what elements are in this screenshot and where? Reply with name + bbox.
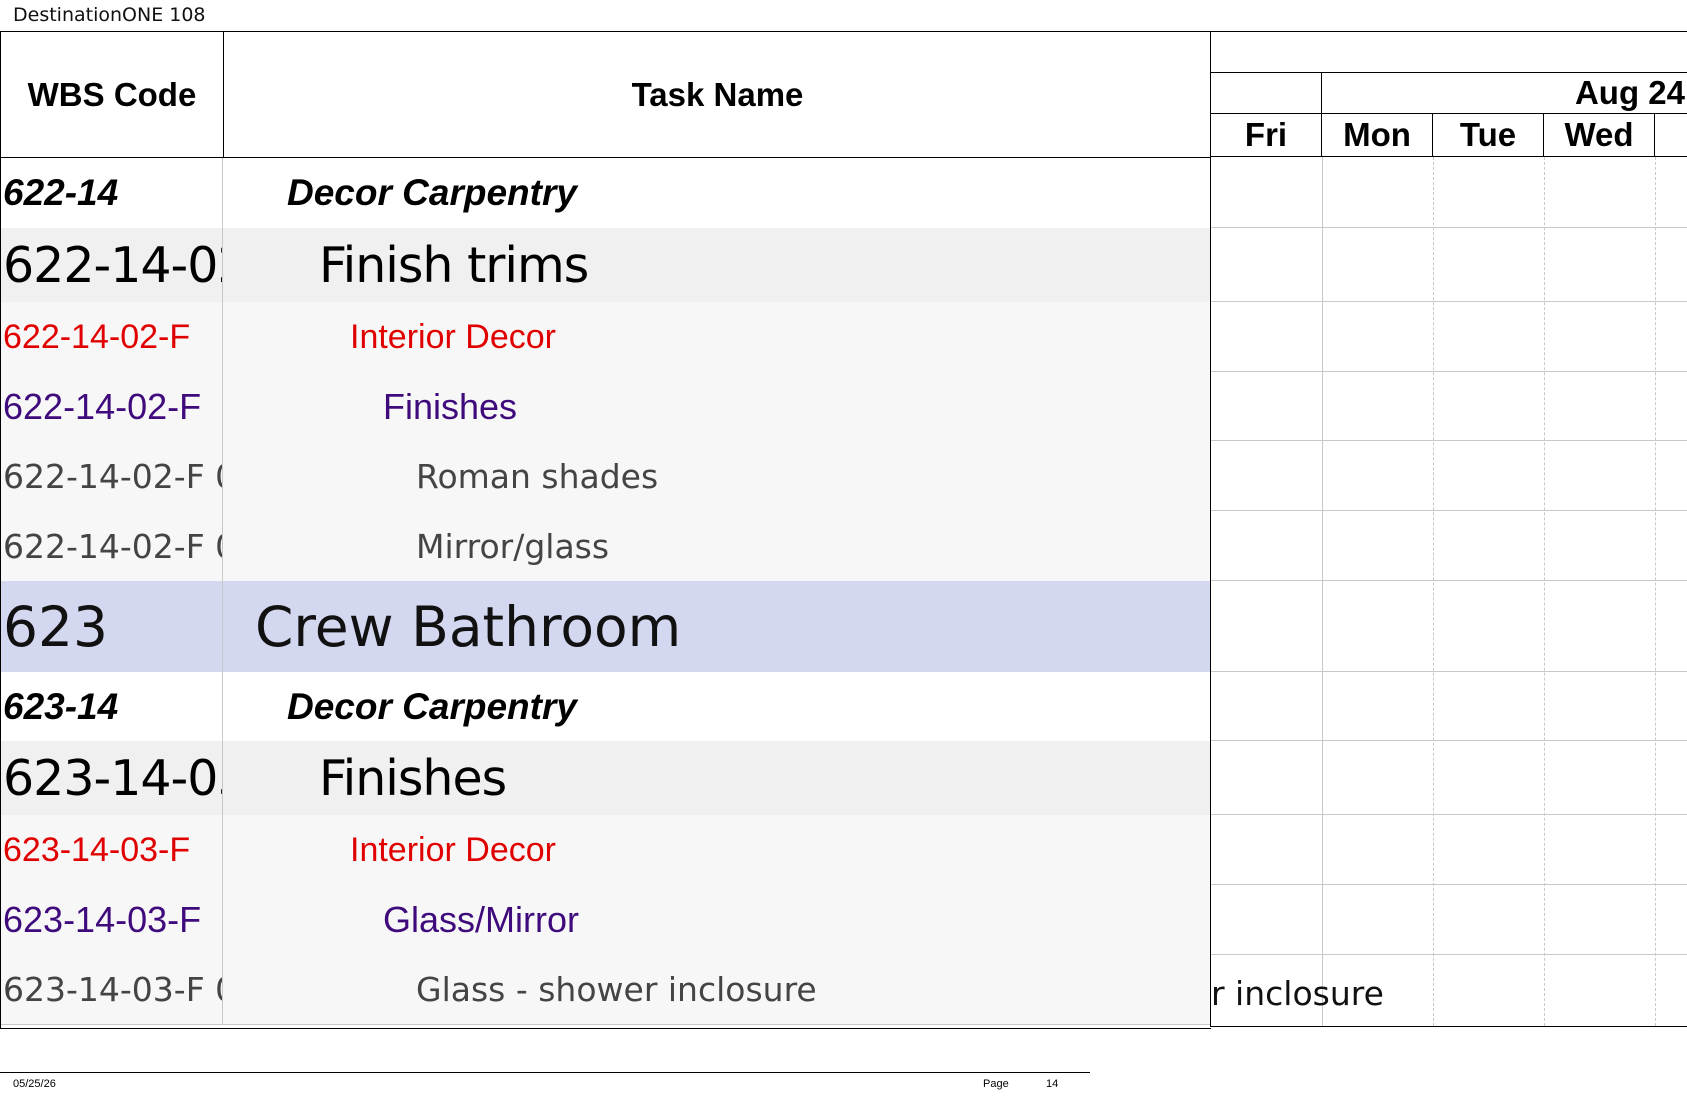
task-name: Decor Carpentry — [287, 172, 577, 213]
task-name-cell[interactable]: Decor Carpentry — [223, 672, 1211, 741]
task-name-cell[interactable]: Mirror/glass — [223, 511, 1211, 581]
task-name-cell[interactable]: Decor Carpentry — [223, 158, 1211, 228]
task-name: Glass/Mirror — [383, 899, 579, 940]
wbs-code: 623-14-03-F — [3, 899, 202, 940]
table-row[interactable]: 623 Crew Bathroom — [1, 581, 1211, 673]
gantt-row-line — [1211, 814, 1687, 815]
task-name-cell[interactable]: Crew Bathroom — [223, 581, 1211, 672]
task-name: Decor Carpentry — [287, 685, 577, 727]
wbs-cell[interactable]: 623 — [1, 581, 223, 672]
wbs-cell[interactable]: 622-14-02 — [1, 228, 223, 302]
task-name-header[interactable]: Task Name — [224, 32, 1211, 157]
wbs-cell[interactable]: 622-14 — [1, 158, 223, 228]
task-name-cell[interactable]: Interior Decor — [223, 815, 1211, 885]
footer-page-label: Page — [983, 1078, 1009, 1090]
wbs-code: 623-14-03 — [3, 749, 222, 807]
wbs-code: 623-14 — [3, 685, 119, 727]
wbs-cell[interactable]: 623-14-03 — [1, 741, 223, 815]
wbs-cell[interactable]: 623-14-03-F — [1, 885, 223, 955]
wbs-code: 622-14-02-F 01 — [3, 526, 222, 566]
gantt-row-line — [1211, 580, 1687, 581]
gantt-gridline — [1655, 157, 1656, 1026]
gantt-row-line — [1211, 954, 1687, 955]
task-name: Finishes — [383, 385, 518, 427]
task-name-cell[interactable]: Glass - shower inclosure — [223, 955, 1211, 1024]
wbs-cell[interactable]: 623-14 — [1, 672, 223, 741]
task-name-cell[interactable]: Finishes — [223, 372, 1211, 441]
task-name-cell[interactable]: Glass/Mirror — [223, 885, 1211, 955]
table-row[interactable]: 623-14-03 Finishes — [1, 741, 1211, 816]
task-name-cell[interactable]: Interior Decor — [223, 302, 1211, 372]
gantt-day-wed: Wed — [1544, 114, 1655, 156]
table-row[interactable]: 622-14 Decor Carpentry — [1, 158, 1211, 229]
gantt-row-line — [1211, 371, 1687, 372]
wbs-code: 622-14 — [3, 172, 119, 213]
gantt-week-spacer — [1211, 73, 1322, 113]
task-name: Mirror/glass — [416, 526, 610, 566]
gantt-row-line — [1211, 740, 1687, 741]
table-row[interactable]: 622-14-02 Finish trims — [1, 228, 1211, 303]
wbs-code: 623 — [3, 594, 108, 659]
task-name: Finishes — [319, 749, 507, 807]
wbs-cell[interactable]: 622-14-02-F 01 — [1, 511, 223, 581]
gantt-gridline — [1544, 157, 1545, 1026]
table-row[interactable]: 622-14-02-F 01 Mirror/glass — [1, 511, 1211, 582]
table-row[interactable]: 622-14-02-F 01 Roman shades — [1, 441, 1211, 512]
wbs-cell[interactable]: 623-14-03-F 01 — [1, 955, 223, 1024]
task-name: Glass - shower inclosure — [416, 970, 817, 1009]
table-row[interactable]: 623-14-03-F 01 Glass - shower inclosure — [1, 955, 1211, 1025]
gantt-row-line — [1211, 440, 1687, 441]
document-title: DestinationONE 108 — [13, 4, 206, 26]
table-row[interactable]: 623-14 Decor Carpentry — [1, 672, 1211, 742]
gantt-day-header: Fri Mon Tue Wed — [1211, 114, 1687, 157]
wbs-code: 622-14-02-F — [3, 385, 202, 427]
task-name: Interior Decor — [350, 317, 556, 356]
gantt-week-label: Aug 24 — [1574, 74, 1685, 111]
wbs-cell[interactable]: 623-14-03-F — [1, 815, 223, 885]
task-name: Crew Bathroom — [255, 594, 682, 659]
gantt-day-fri: Fri — [1211, 114, 1322, 156]
gantt-row-line — [1211, 671, 1687, 672]
task-name: Roman shades — [416, 456, 659, 496]
task-name: Finish trims — [319, 236, 589, 294]
task-name: Interior Decor — [350, 830, 556, 869]
footer-date: 05/25/26 — [13, 1078, 56, 1090]
table-row[interactable]: 623-14-03-F Glass/Mirror — [1, 885, 1211, 956]
task-table: WBS Code Task Name 622-14 Decor Carpentry… — [0, 31, 1211, 1029]
gantt-row-line — [1211, 884, 1687, 885]
wbs-cell[interactable]: 622-14-02-F 01 — [1, 441, 223, 511]
wbs-code: 622-14-02 — [3, 236, 222, 294]
wbs-code: 622-14-02-F — [3, 317, 191, 356]
footer-divider — [0, 1072, 1090, 1073]
task-name-cell[interactable]: Finish trims — [223, 228, 1211, 302]
wbs-cell[interactable]: 622-14-02-F — [1, 372, 223, 441]
wbs-code-header[interactable]: WBS Code — [1, 32, 224, 157]
footer-page-number: 14 — [1046, 1078, 1059, 1090]
table-row[interactable]: 622-14-02-F Interior Decor — [1, 302, 1211, 373]
gantt-gridline — [1433, 157, 1434, 1026]
wbs-code: 623-14-03-F 01 — [3, 970, 222, 1009]
gantt-week-header: Aug 24 — [1211, 72, 1687, 114]
task-name-cell[interactable]: Roman shades — [223, 441, 1211, 511]
wbs-code: 623-14-03-F — [3, 830, 191, 869]
wbs-code: 622-14-02-F 01 — [3, 456, 222, 496]
table-row[interactable]: 623-14-03-F Interior Decor — [1, 815, 1211, 886]
table-row[interactable]: 622-14-02-F Finishes — [1, 372, 1211, 442]
gantt-row-line — [1211, 510, 1687, 511]
gantt-row-line — [1211, 301, 1687, 302]
gantt-timescale: Aug 24 Fri Mon Tue Wed r inclosure — [1210, 31, 1687, 1027]
gantt-row-line — [1211, 227, 1687, 228]
gantt-gridline — [1322, 157, 1323, 1026]
table-header: WBS Code Task Name — [1, 32, 1211, 158]
gantt-day-tue: Tue — [1433, 114, 1544, 156]
gantt-bar-label: r inclosure — [1211, 974, 1384, 1013]
gantt-day-mon: Mon — [1322, 114, 1433, 156]
wbs-cell[interactable]: 622-14-02-F — [1, 302, 223, 372]
task-name-cell[interactable]: Finishes — [223, 741, 1211, 815]
